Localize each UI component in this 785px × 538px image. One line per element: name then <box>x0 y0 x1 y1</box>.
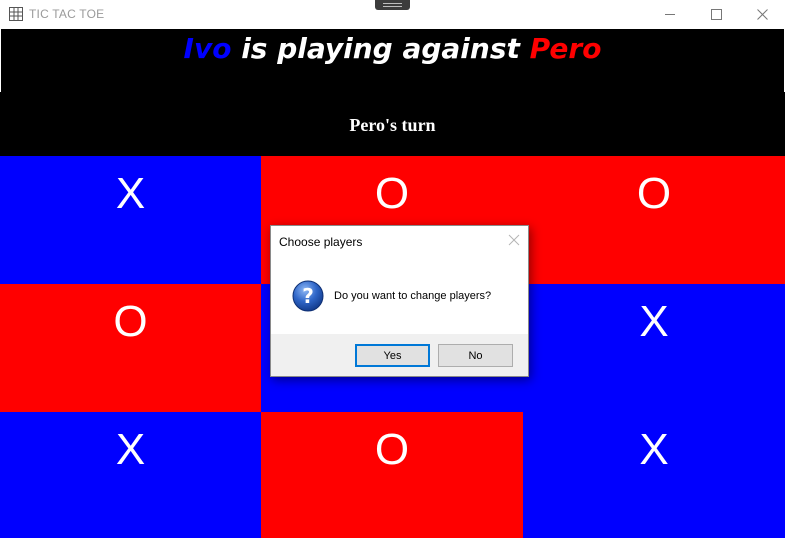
close-icon <box>756 9 768 20</box>
dialog-message: Do you want to change players? <box>334 290 492 302</box>
change-players-dialog: Choose players ? Do you want to change p… <box>270 225 529 377</box>
board-cell-8[interactable]: X <box>523 412 785 538</box>
cell-mark: O <box>374 425 410 474</box>
cell-mark: X <box>639 425 669 474</box>
players-heading: Ivo is playing against Pero <box>1 29 784 65</box>
svg-text:?: ? <box>302 284 314 308</box>
board-cell-6[interactable]: X <box>0 412 261 538</box>
window-title: TIC TAC TOE <box>29 7 105 21</box>
close-button[interactable] <box>739 0 785 29</box>
turn-indicator: Pero's turn <box>349 115 436 135</box>
board-cell-2[interactable]: O <box>523 156 785 284</box>
board-cell-5[interactable]: X <box>523 284 785 412</box>
question-icon: ? <box>292 280 324 312</box>
board-cell-3[interactable]: O <box>0 284 261 412</box>
no-button[interactable]: No <box>438 344 513 367</box>
minimize-button[interactable] <box>647 0 693 29</box>
yes-button[interactable]: Yes <box>355 344 430 367</box>
cell-mark: X <box>115 425 146 474</box>
cell-mark: X <box>115 169 146 218</box>
player2-name: Pero <box>529 32 602 65</box>
grid-app-icon <box>9 7 23 21</box>
board-cell-0[interactable]: X <box>0 156 261 284</box>
player1-name: Ivo <box>183 32 232 65</box>
cell-mark: X <box>639 297 669 346</box>
maximize-icon <box>710 9 722 20</box>
turn-bar: Pero's turn <box>0 92 785 156</box>
dialog-button-bar: Yes No <box>271 334 528 376</box>
board-cell-7[interactable]: O <box>261 412 523 538</box>
versus-text: is playing against <box>231 32 530 65</box>
dialog-title: Choose players <box>279 235 363 249</box>
title-bar[interactable]: TIC TAC TOE <box>0 0 785 29</box>
maximize-button[interactable] <box>693 0 739 29</box>
players-header: Ivo is playing against Pero <box>0 29 785 92</box>
cell-mark: O <box>636 169 672 218</box>
close-icon[interactable] <box>507 233 521 247</box>
drag-grip[interactable] <box>375 0 410 10</box>
cell-mark: O <box>113 297 148 346</box>
minimize-icon <box>664 14 675 15</box>
